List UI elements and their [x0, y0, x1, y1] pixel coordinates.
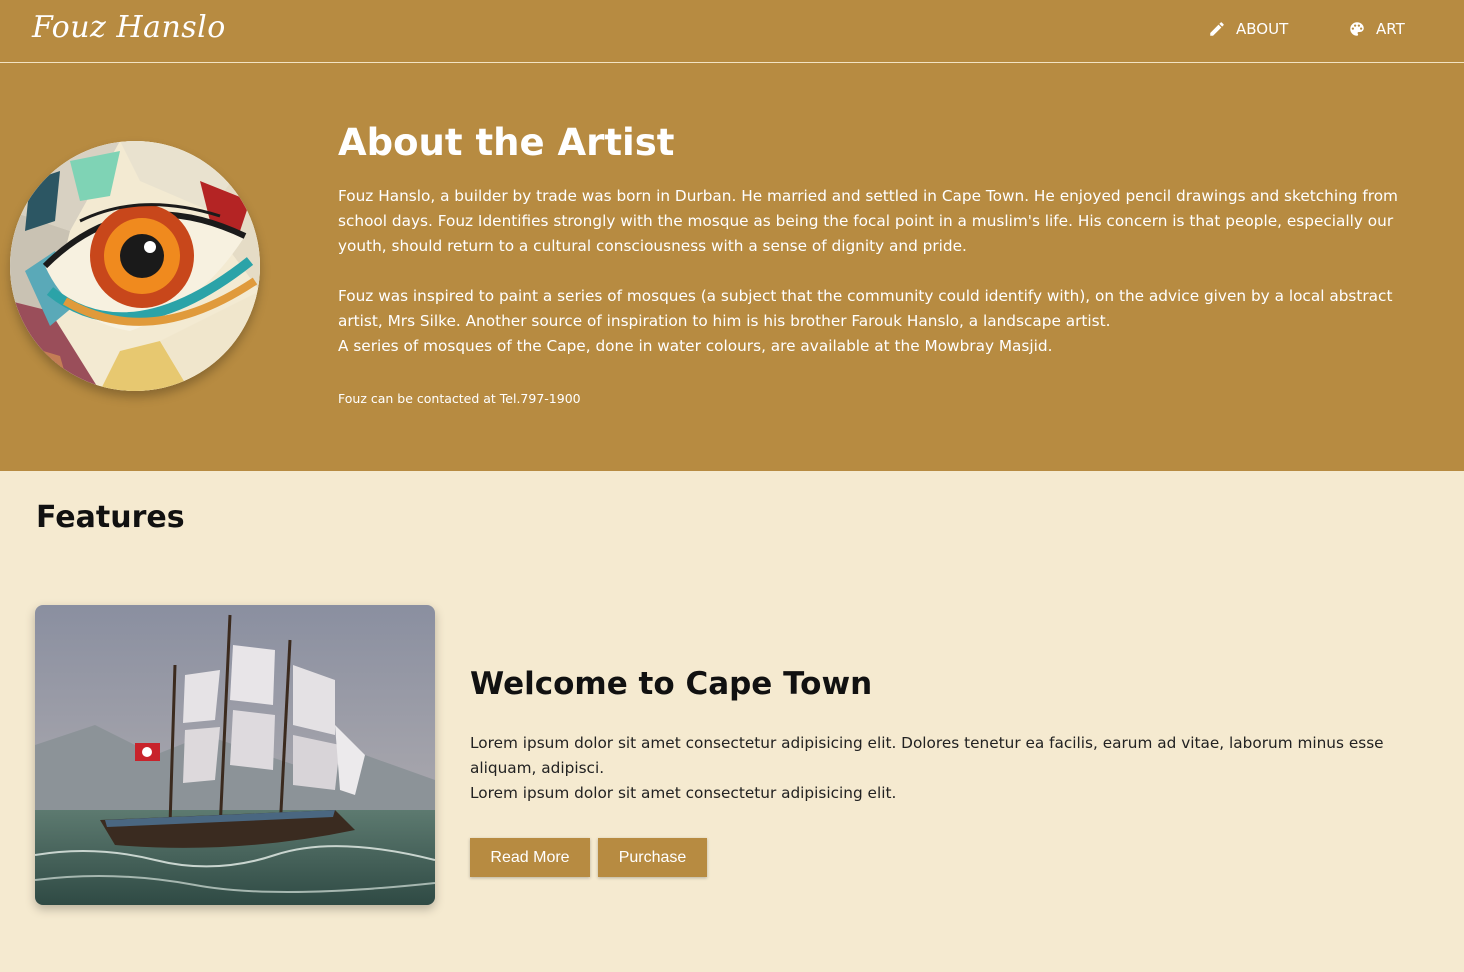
purchase-button[interactable]: Purchase	[598, 838, 707, 877]
nav-art-link[interactable]: ART	[1348, 20, 1405, 38]
nav-art-label: ART	[1376, 20, 1405, 38]
feature-title: Welcome to Cape Town	[470, 666, 873, 702]
feature-description: Lorem ipsum dolor sit amet consectetur a…	[470, 731, 1390, 806]
ship-painting	[35, 605, 435, 905]
about-title: About the Artist	[338, 121, 675, 164]
abstract-eye-artwork	[10, 141, 260, 391]
feature-line-2: Lorem ipsum dolor sit amet consectetur a…	[470, 784, 897, 802]
palette-icon	[1350, 22, 1364, 36]
feature-line-1: Lorem ipsum dolor sit amet consectetur a…	[470, 734, 1384, 777]
about-section: About the Artist Fouz Hanslo, a builder …	[0, 63, 1464, 471]
about-paragraph-2: Fouz was inspired to paint a series of m…	[338, 287, 1393, 330]
pencil-icon	[1210, 22, 1224, 36]
read-more-button[interactable]: Read More	[470, 838, 590, 877]
features-heading: Features	[36, 500, 185, 535]
about-paragraph-1: Fouz Hanslo, a builder by trade was born…	[338, 187, 1398, 255]
navbar: Fouz Hanslo ABOUT ART	[0, 0, 1464, 63]
nav-about-link[interactable]: ABOUT	[1208, 20, 1288, 38]
artist-avatar	[10, 141, 260, 391]
brand-logo[interactable]: Fouz Hanslo	[32, 10, 226, 45]
about-text: Fouz Hanslo, a builder by trade was born…	[338, 184, 1442, 359]
nav-about-label: ABOUT	[1236, 20, 1289, 38]
ship-painting-image	[35, 605, 435, 905]
about-paragraph-3: A series of mosques of the Cape, done in…	[338, 337, 1053, 355]
contact-text: Fouz can be contacted at Tel.797-1900	[338, 391, 581, 406]
